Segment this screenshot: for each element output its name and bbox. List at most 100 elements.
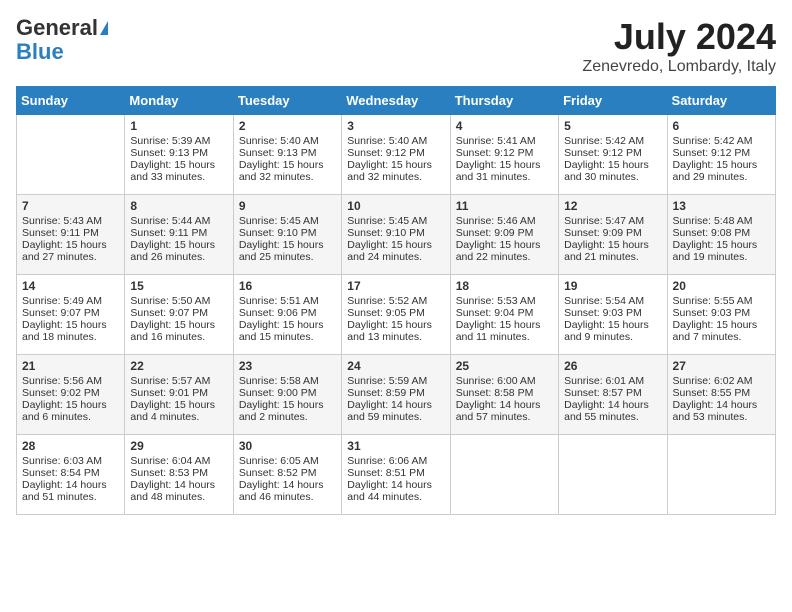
daylight-text: Daylight: 15 hours and 2 minutes. bbox=[239, 399, 324, 423]
weekday-header-row: SundayMondayTuesdayWednesdayThursdayFrid… bbox=[17, 87, 776, 115]
sunset-text: Sunset: 8:59 PM bbox=[347, 387, 425, 399]
day-number: 11 bbox=[456, 199, 553, 213]
sunset-text: Sunset: 9:03 PM bbox=[673, 307, 751, 319]
weekday-thursday: Thursday bbox=[450, 87, 558, 115]
sunrise-text: Sunrise: 5:42 AM bbox=[564, 135, 644, 147]
calendar-cell: 3Sunrise: 5:40 AMSunset: 9:12 PMDaylight… bbox=[342, 115, 450, 195]
daylight-text: Daylight: 15 hours and 25 minutes. bbox=[239, 239, 324, 263]
calendar-cell: 30Sunrise: 6:05 AMSunset: 8:52 PMDayligh… bbox=[233, 435, 341, 515]
sunset-text: Sunset: 8:52 PM bbox=[239, 467, 317, 479]
calendar-cell: 11Sunrise: 5:46 AMSunset: 9:09 PMDayligh… bbox=[450, 195, 558, 275]
sunrise-text: Sunrise: 5:43 AM bbox=[22, 215, 102, 227]
sunset-text: Sunset: 8:51 PM bbox=[347, 467, 425, 479]
sunset-text: Sunset: 9:04 PM bbox=[456, 307, 534, 319]
sunrise-text: Sunrise: 6:05 AM bbox=[239, 455, 319, 467]
sunrise-text: Sunrise: 5:52 AM bbox=[347, 295, 427, 307]
sunset-text: Sunset: 8:54 PM bbox=[22, 467, 100, 479]
day-number: 12 bbox=[564, 199, 661, 213]
calendar-cell: 15Sunrise: 5:50 AMSunset: 9:07 PMDayligh… bbox=[125, 275, 233, 355]
daylight-text: Daylight: 15 hours and 31 minutes. bbox=[456, 159, 541, 183]
sunrise-text: Sunrise: 6:03 AM bbox=[22, 455, 102, 467]
sunset-text: Sunset: 8:57 PM bbox=[564, 387, 642, 399]
daylight-text: Daylight: 15 hours and 24 minutes. bbox=[347, 239, 432, 263]
sunset-text: Sunset: 9:12 PM bbox=[347, 147, 425, 159]
calendar-cell: 12Sunrise: 5:47 AMSunset: 9:09 PMDayligh… bbox=[559, 195, 667, 275]
weekday-wednesday: Wednesday bbox=[342, 87, 450, 115]
day-number: 27 bbox=[673, 359, 770, 373]
daylight-text: Daylight: 14 hours and 51 minutes. bbox=[22, 479, 107, 503]
weekday-sunday: Sunday bbox=[17, 87, 125, 115]
calendar-cell: 18Sunrise: 5:53 AMSunset: 9:04 PMDayligh… bbox=[450, 275, 558, 355]
sunrise-text: Sunrise: 5:57 AM bbox=[130, 375, 210, 387]
daylight-text: Daylight: 15 hours and 18 minutes. bbox=[22, 319, 107, 343]
daylight-text: Daylight: 15 hours and 16 minutes. bbox=[130, 319, 215, 343]
daylight-text: Daylight: 15 hours and 32 minutes. bbox=[347, 159, 432, 183]
daylight-text: Daylight: 15 hours and 26 minutes. bbox=[130, 239, 215, 263]
day-number: 30 bbox=[239, 439, 336, 453]
calendar-cell: 19Sunrise: 5:54 AMSunset: 9:03 PMDayligh… bbox=[559, 275, 667, 355]
calendar-cell: 17Sunrise: 5:52 AMSunset: 9:05 PMDayligh… bbox=[342, 275, 450, 355]
sunset-text: Sunset: 9:13 PM bbox=[239, 147, 317, 159]
calendar-cell: 2Sunrise: 5:40 AMSunset: 9:13 PMDaylight… bbox=[233, 115, 341, 195]
sunset-text: Sunset: 9:03 PM bbox=[564, 307, 642, 319]
day-number: 5 bbox=[564, 119, 661, 133]
title-block: July 2024 Zenevredo, Lombardy, Italy bbox=[582, 16, 776, 76]
daylight-text: Daylight: 14 hours and 57 minutes. bbox=[456, 399, 541, 423]
calendar-cell: 4Sunrise: 5:41 AMSunset: 9:12 PMDaylight… bbox=[450, 115, 558, 195]
sunset-text: Sunset: 9:09 PM bbox=[456, 227, 534, 239]
calendar-cell: 29Sunrise: 6:04 AMSunset: 8:53 PMDayligh… bbox=[125, 435, 233, 515]
day-number: 13 bbox=[673, 199, 770, 213]
day-number: 14 bbox=[22, 279, 119, 293]
sunrise-text: Sunrise: 5:42 AM bbox=[673, 135, 753, 147]
sunset-text: Sunset: 8:58 PM bbox=[456, 387, 534, 399]
calendar-week-3: 14Sunrise: 5:49 AMSunset: 9:07 PMDayligh… bbox=[17, 275, 776, 355]
sunrise-text: Sunrise: 5:55 AM bbox=[673, 295, 753, 307]
calendar-cell: 27Sunrise: 6:02 AMSunset: 8:55 PMDayligh… bbox=[667, 355, 775, 435]
daylight-text: Daylight: 15 hours and 9 minutes. bbox=[564, 319, 649, 343]
weekday-friday: Friday bbox=[559, 87, 667, 115]
day-number: 22 bbox=[130, 359, 227, 373]
daylight-text: Daylight: 14 hours and 53 minutes. bbox=[673, 399, 758, 423]
calendar-cell: 10Sunrise: 5:45 AMSunset: 9:10 PMDayligh… bbox=[342, 195, 450, 275]
day-number: 25 bbox=[456, 359, 553, 373]
sunset-text: Sunset: 9:07 PM bbox=[130, 307, 208, 319]
daylight-text: Daylight: 15 hours and 29 minutes. bbox=[673, 159, 758, 183]
calendar-cell: 22Sunrise: 5:57 AMSunset: 9:01 PMDayligh… bbox=[125, 355, 233, 435]
daylight-text: Daylight: 15 hours and 7 minutes. bbox=[673, 319, 758, 343]
sunset-text: Sunset: 9:01 PM bbox=[130, 387, 208, 399]
daylight-text: Daylight: 15 hours and 13 minutes. bbox=[347, 319, 432, 343]
page-header: General Blue July 2024 Zenevredo, Lombar… bbox=[16, 16, 776, 76]
day-number: 15 bbox=[130, 279, 227, 293]
calendar-cell bbox=[559, 435, 667, 515]
sunrise-text: Sunrise: 5:49 AM bbox=[22, 295, 102, 307]
sunrise-text: Sunrise: 5:53 AM bbox=[456, 295, 536, 307]
daylight-text: Daylight: 15 hours and 27 minutes. bbox=[22, 239, 107, 263]
calendar-cell: 1Sunrise: 5:39 AMSunset: 9:13 PMDaylight… bbox=[125, 115, 233, 195]
sunrise-text: Sunrise: 6:02 AM bbox=[673, 375, 753, 387]
sunrise-text: Sunrise: 5:51 AM bbox=[239, 295, 319, 307]
sunset-text: Sunset: 9:12 PM bbox=[673, 147, 751, 159]
calendar-cell: 24Sunrise: 5:59 AMSunset: 8:59 PMDayligh… bbox=[342, 355, 450, 435]
day-number: 9 bbox=[239, 199, 336, 213]
sunrise-text: Sunrise: 6:04 AM bbox=[130, 455, 210, 467]
sunset-text: Sunset: 8:53 PM bbox=[130, 467, 208, 479]
weekday-tuesday: Tuesday bbox=[233, 87, 341, 115]
daylight-text: Daylight: 14 hours and 59 minutes. bbox=[347, 399, 432, 423]
daylight-text: Daylight: 15 hours and 33 minutes. bbox=[130, 159, 215, 183]
calendar-table: SundayMondayTuesdayWednesdayThursdayFrid… bbox=[16, 86, 776, 515]
daylight-text: Daylight: 15 hours and 6 minutes. bbox=[22, 399, 107, 423]
day-number: 20 bbox=[673, 279, 770, 293]
sunrise-text: Sunrise: 5:44 AM bbox=[130, 215, 210, 227]
daylight-text: Daylight: 14 hours and 44 minutes. bbox=[347, 479, 432, 503]
sunset-text: Sunset: 9:13 PM bbox=[130, 147, 208, 159]
daylight-text: Daylight: 15 hours and 21 minutes. bbox=[564, 239, 649, 263]
sunrise-text: Sunrise: 5:59 AM bbox=[347, 375, 427, 387]
sunrise-text: Sunrise: 5:46 AM bbox=[456, 215, 536, 227]
sunset-text: Sunset: 9:10 PM bbox=[347, 227, 425, 239]
day-number: 4 bbox=[456, 119, 553, 133]
calendar-week-5: 28Sunrise: 6:03 AMSunset: 8:54 PMDayligh… bbox=[17, 435, 776, 515]
sunrise-text: Sunrise: 5:45 AM bbox=[239, 215, 319, 227]
sunrise-text: Sunrise: 6:01 AM bbox=[564, 375, 644, 387]
logo: General Blue bbox=[16, 16, 108, 64]
calendar-cell: 26Sunrise: 6:01 AMSunset: 8:57 PMDayligh… bbox=[559, 355, 667, 435]
